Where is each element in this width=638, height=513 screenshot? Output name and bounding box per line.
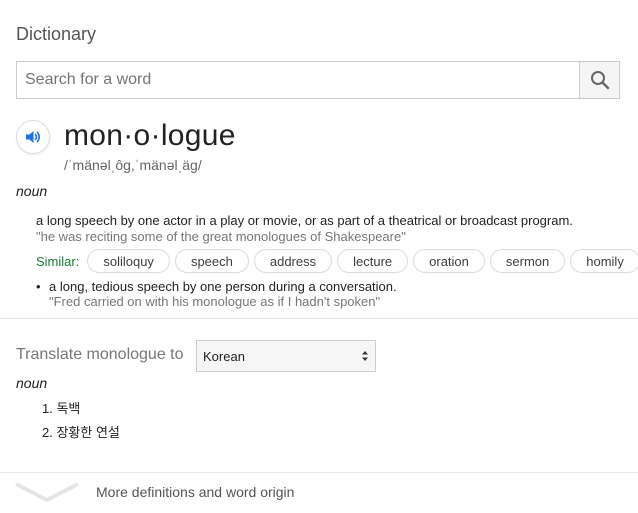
speaker-icon [26, 131, 41, 143]
translation-list: 1. 독백 2. 장황한 연설 [42, 400, 120, 448]
similar-words-row: Similar: soliloquy speech address lectur… [36, 249, 638, 273]
select-arrows-icon [362, 351, 368, 361]
bullet: • [36, 279, 41, 294]
search-box [16, 61, 620, 99]
dictionary-card: Dictionary mon·o·logue /ˈmänəlˌôg,ˈmänəl… [0, 0, 638, 513]
chevron-down-icon [15, 482, 79, 503]
sub-definition: • a long, tedious speech by one person d… [36, 279, 397, 294]
similar-chip-sermon[interactable]: sermon [489, 249, 566, 273]
divider [0, 472, 638, 473]
phonetic-spelling: /ˈmänəlˌôg,ˈmänəlˌäg/ [64, 157, 202, 173]
translation-item: 2. 장황한 연설 [42, 425, 120, 440]
headword: mon·o·logue [64, 119, 236, 152]
search-button[interactable] [579, 62, 619, 98]
example-2: "Fred carried on with his monologue as i… [49, 294, 381, 309]
similar-chip-lecture[interactable]: lecture [337, 249, 409, 273]
translate-label: Translate monologue to [16, 346, 184, 363]
example-1: "he was reciting some of the great monol… [36, 229, 406, 244]
similar-chip-oration[interactable]: oration [413, 249, 485, 273]
pronunciation-button[interactable] [16, 120, 50, 154]
translation-part-of-speech: noun [16, 375, 48, 391]
similar-chip-address[interactable]: address [253, 249, 333, 273]
more-definitions-label: More definitions and word origin [96, 484, 295, 500]
card-title: Dictionary [16, 24, 97, 44]
language-select[interactable]: Korean [196, 340, 376, 372]
search-input[interactable] [17, 62, 579, 98]
search-icon [590, 71, 609, 90]
translation-item: 1. 독백 [42, 401, 81, 416]
similar-chip-soliloquy[interactable]: soliloquy [87, 249, 170, 273]
divider [0, 318, 638, 319]
similar-chip-homily[interactable]: homily [570, 249, 638, 273]
similar-chip-speech[interactable]: speech [174, 249, 249, 273]
part-of-speech: noun [16, 183, 48, 199]
definition-2: a long, tedious speech by one person dur… [49, 279, 397, 294]
selected-language: Korean [203, 348, 245, 364]
definition-1: a long speech by one actor in a play or … [36, 213, 573, 228]
similar-label: Similar: [36, 253, 80, 269]
more-definitions-button[interactable]: More definitions and word origin [14, 480, 294, 504]
